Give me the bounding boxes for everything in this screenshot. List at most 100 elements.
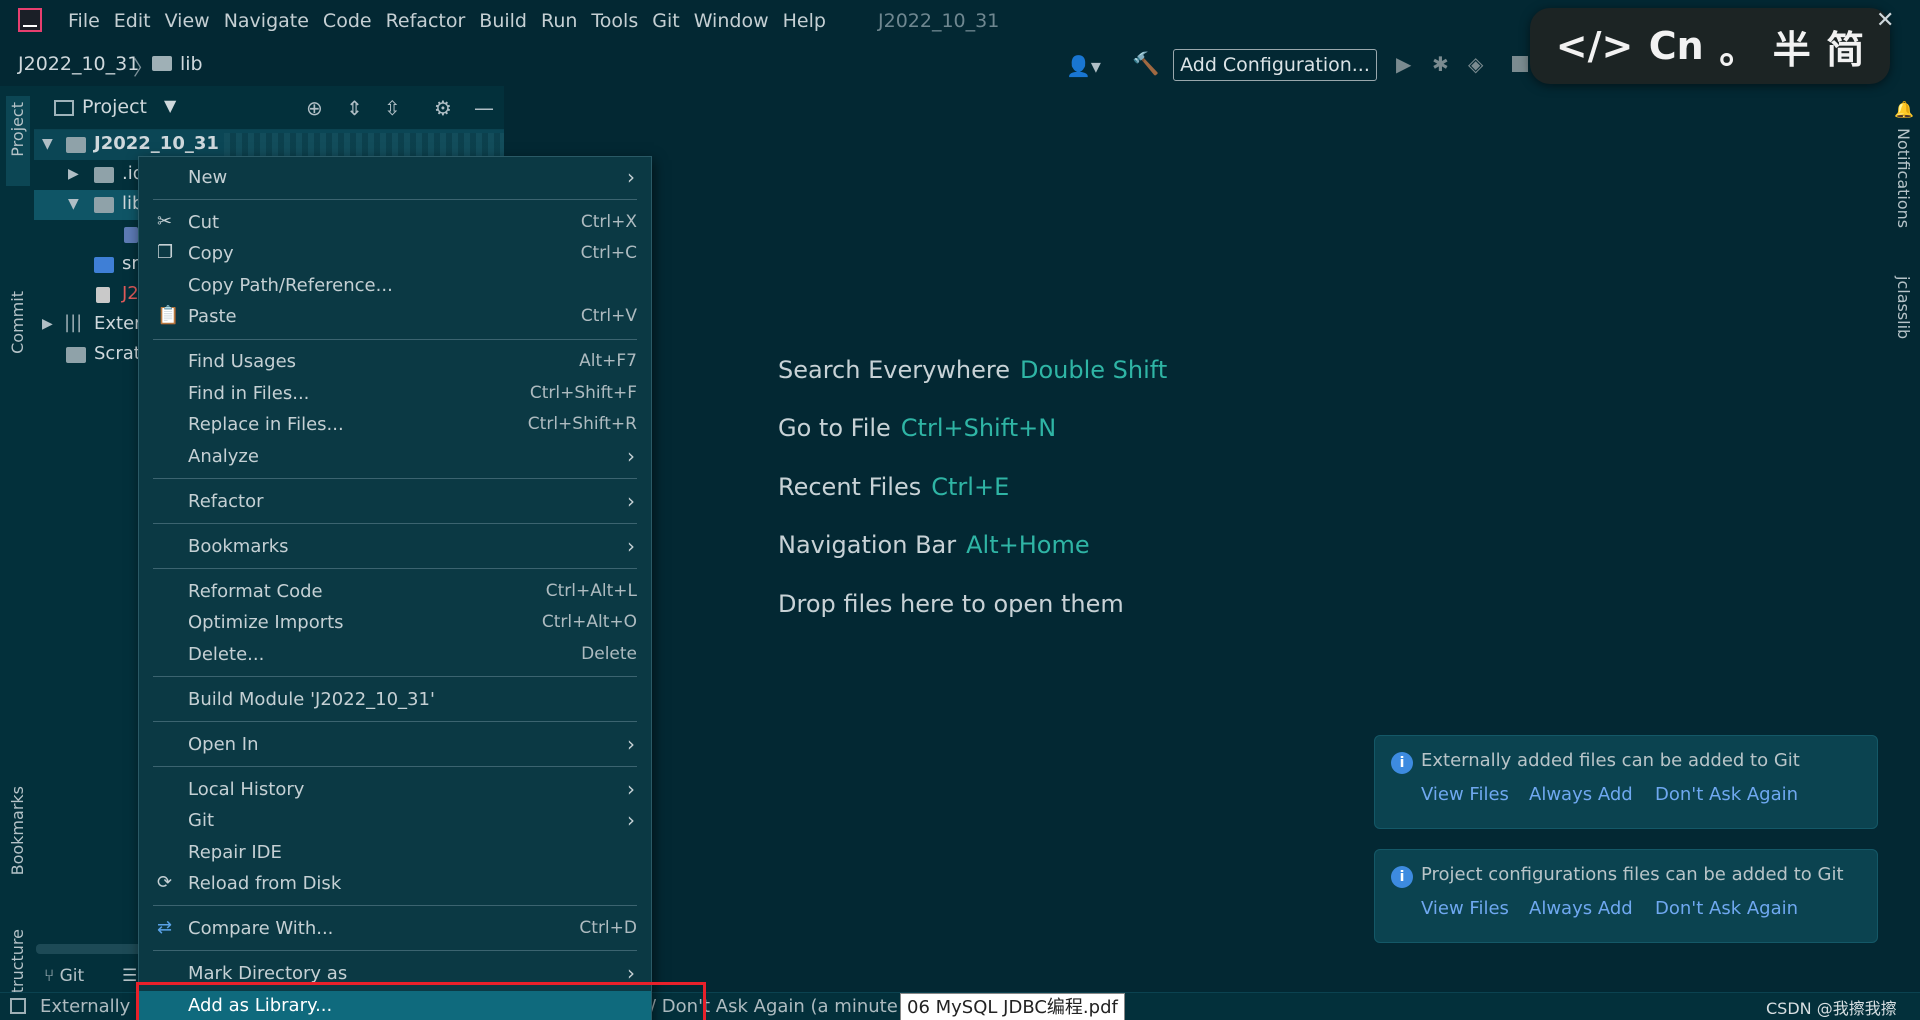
hint-text: Search Everywhere <box>778 356 1010 384</box>
copy-icon: ❐ <box>157 242 174 263</box>
locate-target-icon[interactable]: ⊕ <box>306 96 323 120</box>
dont-ask-again-link[interactable]: Don't Ask Again <box>1655 898 1798 919</box>
status-message[interactable]: Externally a <box>40 996 147 1017</box>
menu-run[interactable]: Run <box>541 10 577 32</box>
build-hammer-icon[interactable]: 🔨 <box>1132 52 1159 77</box>
menu-git[interactable]: Git <box>652 10 679 32</box>
menu-build[interactable]: Build <box>479 10 527 32</box>
ctx-find-usages[interactable]: Find Usages Alt+F7 <box>139 347 651 377</box>
breadcrumb-project[interactable]: J2022_10_31 <box>18 53 139 75</box>
menu-help[interactable]: Help <box>783 10 826 32</box>
ctx-git[interactable]: Git › <box>139 806 651 836</box>
menu-code[interactable]: Code <box>323 10 372 32</box>
menu-tools[interactable]: Tools <box>591 10 638 32</box>
status-toggle-icon[interactable] <box>10 998 26 1014</box>
ctx-optimize-imports[interactable]: Optimize Imports Ctrl+Alt+O <box>139 608 651 638</box>
chevron-right-icon: › <box>627 534 635 558</box>
always-add-link[interactable]: Always Add <box>1529 784 1633 805</box>
ctx-compare-with[interactable]: ⇄ Compare With... Ctrl+D <box>139 914 651 944</box>
run-icon[interactable]: ▶ <box>1396 52 1411 76</box>
main-menu: File Edit View Navigate Code Refactor Bu… <box>68 10 840 32</box>
ctx-label: Copy Path/Reference... <box>188 275 393 296</box>
git-tool-tab[interactable]: ⑂ Git <box>44 966 84 986</box>
expand-all-icon[interactable]: ⇕ <box>346 96 363 120</box>
dont-ask-again-link[interactable]: Don't Ask Again <box>1655 784 1798 805</box>
intellij-logo-icon[interactable] <box>18 8 42 32</box>
debug-icon[interactable]: ✱ <box>1432 52 1449 76</box>
separator <box>153 721 637 722</box>
coverage-icon[interactable]: ◈ <box>1468 52 1483 76</box>
chevron-down-icon[interactable]: ▼ <box>68 196 79 212</box>
module-file-icon <box>96 287 110 303</box>
ctx-repair-ide[interactable]: Repair IDE <box>139 838 651 868</box>
menu-window[interactable]: Window <box>694 10 769 32</box>
chevron-right-icon[interactable]: ▶ <box>42 316 53 332</box>
close-icon[interactable]: ✕ <box>1876 8 1894 33</box>
view-files-link[interactable]: View Files <box>1421 898 1509 919</box>
project-view-icon <box>54 100 74 116</box>
ime-width[interactable]: 半 <box>1773 19 1811 74</box>
chevron-right-icon: › <box>627 732 635 756</box>
menu-view[interactable]: View <box>165 10 210 32</box>
ctx-bookmarks[interactable]: Bookmarks › <box>139 532 651 562</box>
tool-tab-commit[interactable]: Commit <box>8 291 27 354</box>
ime-code-icon[interactable]: </> <box>1556 24 1634 68</box>
ctx-cut[interactable]: ✂ Cut Ctrl+X <box>139 208 651 238</box>
ime-script[interactable]: 简 <box>1826 19 1864 74</box>
ctx-label: Optimize Imports <box>188 612 344 633</box>
tree-item-label: Scrat <box>94 343 141 364</box>
hint-go-to-file: Go to File Ctrl+Shift+N <box>778 414 1056 442</box>
tool-tab-bookmarks[interactable]: Bookmarks <box>8 786 27 875</box>
todo-list-icon[interactable]: ☰ <box>122 966 137 986</box>
ime-punctuation[interactable]: 。 <box>1719 19 1757 74</box>
always-add-link[interactable]: Always Add <box>1529 898 1633 919</box>
ctx-build-module[interactable]: Build Module 'J2022_10_31' <box>139 685 651 715</box>
chevron-right-icon[interactable]: ▶ <box>68 166 79 182</box>
tree-item-label: J2022_10_31 <box>94 133 219 154</box>
hint-text: Recent Files <box>778 473 922 501</box>
ctx-paste[interactable]: 📋 Paste Ctrl+V <box>139 302 651 332</box>
chevron-down-icon[interactable]: ▼ <box>164 96 176 115</box>
menu-file[interactable]: File <box>68 10 100 32</box>
ctx-reload-from-disk[interactable]: ⟳ Reload from Disk <box>139 869 651 899</box>
ctx-find-in-files[interactable]: Find in Files... Ctrl+Shift+F <box>139 379 651 409</box>
tool-tab-notifications[interactable]: Notifications <box>1894 128 1913 228</box>
ctx-local-history[interactable]: Local History › <box>139 775 651 805</box>
ctx-copy[interactable]: ❐ Copy Ctrl+C <box>139 239 651 269</box>
separator <box>153 478 637 479</box>
minimize-icon[interactable]: — <box>474 96 494 120</box>
ctx-label: Build Module 'J2022_10_31' <box>188 689 435 710</box>
ctx-new[interactable]: New › <box>139 163 651 193</box>
separator <box>153 339 637 340</box>
stop-icon[interactable] <box>1512 56 1528 72</box>
ctx-refactor[interactable]: Refactor › <box>139 487 651 517</box>
menu-edit[interactable]: Edit <box>114 10 151 32</box>
gear-icon[interactable]: ⚙ <box>434 96 452 120</box>
ctx-analyze[interactable]: Analyze › <box>139 442 651 472</box>
chevron-down-icon[interactable]: ▼ <box>42 136 53 152</box>
csdn-watermark: CSDN @我擦我擦 <box>1766 999 1897 1018</box>
tool-tab-jclasslib[interactable]: jclasslib <box>1894 276 1913 339</box>
menu-navigate[interactable]: Navigate <box>224 10 309 32</box>
ctx-open-in[interactable]: Open In › <box>139 730 651 760</box>
ctx-copy-path[interactable]: Copy Path/Reference... <box>139 271 651 301</box>
annotation-highlight-box <box>136 982 706 1020</box>
add-configuration-button[interactable]: Add Configuration... <box>1173 49 1377 81</box>
hint-search-everywhere: Search Everywhere Double Shift <box>778 356 1167 384</box>
chevron-right-icon: › <box>627 808 635 832</box>
compare-icon: ⇄ <box>157 917 173 938</box>
ctx-replace-in-files[interactable]: Replace in Files... Ctrl+Shift+R <box>139 410 651 440</box>
bell-icon[interactable]: 🔔 <box>1894 100 1914 119</box>
ctx-label: Repair IDE <box>188 842 282 863</box>
ctx-reformat-code[interactable]: Reformat Code Ctrl+Alt+L <box>139 577 651 607</box>
menu-refactor[interactable]: Refactor <box>386 10 466 32</box>
window-title: J2022_10_31 <box>878 10 1000 32</box>
ctx-delete[interactable]: Delete... Delete <box>139 640 651 670</box>
breadcrumb-lib[interactable]: lib <box>180 53 203 75</box>
user-dropdown-icon[interactable]: 👤▾ <box>1066 54 1101 78</box>
view-files-link[interactable]: View Files <box>1421 784 1509 805</box>
tool-tab-project[interactable]: Project <box>6 96 30 186</box>
ime-language[interactable]: Cn <box>1649 24 1704 68</box>
project-panel-title[interactable]: Project <box>82 96 147 118</box>
collapse-all-icon[interactable]: ⇳ <box>384 96 401 120</box>
